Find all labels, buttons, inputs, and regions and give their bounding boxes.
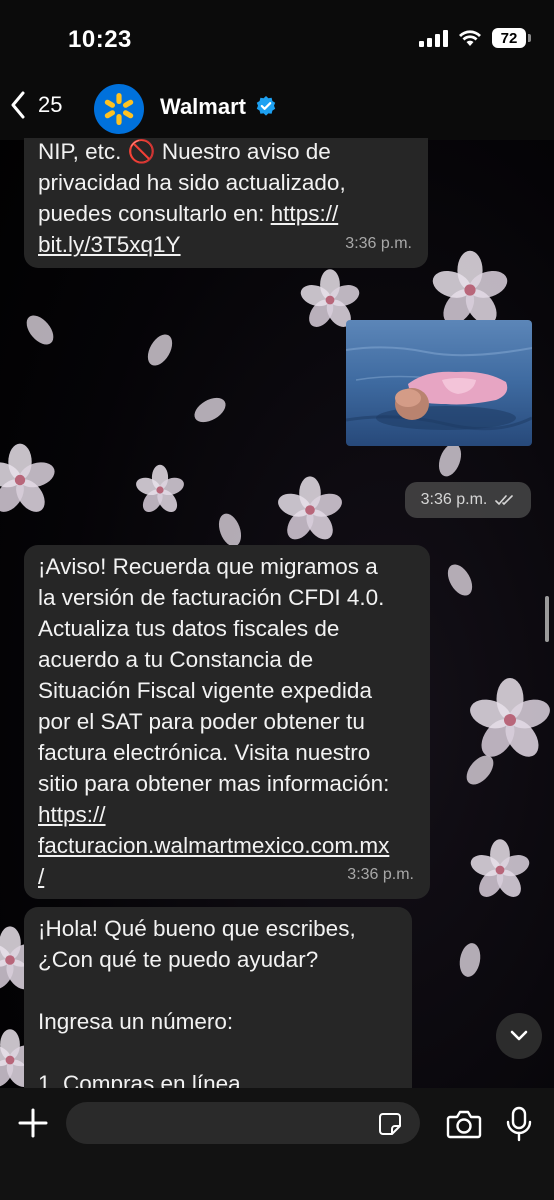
message-timestamp: 3:36 p.m.	[347, 866, 414, 883]
message-line: NIP, etc. 🚫 Nuestro aviso de	[38, 139, 331, 164]
message-input[interactable]	[66, 1102, 420, 1144]
message-line: factura electrónica. Visita nuestro	[38, 740, 371, 765]
back-chevron-icon	[11, 91, 25, 119]
message-line: ¿Con qué te puedo ayudar?	[38, 947, 319, 972]
wifi-icon	[459, 30, 481, 46]
privacy-link[interactable]: https://	[271, 201, 339, 226]
message-line-text: puedes consultarlo en:	[38, 201, 271, 226]
message-line: Ingresa un número:	[38, 1009, 234, 1034]
camera-icon[interactable]	[446, 1108, 482, 1140]
chat-header: 25 Walmart	[0, 70, 554, 140]
status-icons: 72	[419, 28, 531, 48]
read-receipt-icon	[495, 495, 514, 506]
message-line: acuerdo a tu Constancia de	[38, 647, 314, 672]
message-text: NIP, etc. 🚫 Nuestro aviso de privacidad …	[38, 136, 346, 260]
message-line: Actualiza tus datos fiscales de	[38, 616, 340, 641]
message-line	[38, 1037, 356, 1068]
plus-icon[interactable]	[16, 1106, 50, 1140]
message-line: puedes consultarlo en: https://	[38, 198, 346, 229]
outgoing-image[interactable]	[346, 320, 532, 446]
incoming-message[interactable]: NIP, etc. 🚫 Nuestro aviso de privacidad …	[24, 138, 428, 268]
message-line: Situación Fiscal vigente expedida	[38, 678, 372, 703]
message-timestamp: 3:36 p.m.	[345, 235, 412, 252]
photo-content	[346, 320, 532, 446]
message-line: sitio para obtener mas información:	[38, 771, 390, 796]
signal-icon	[419, 29, 448, 47]
message-line	[38, 975, 356, 1006]
chevron-down-icon	[510, 1030, 528, 1041]
scroll-to-bottom-button[interactable]	[496, 1013, 542, 1059]
incoming-message[interactable]: ¡Hola! Qué bueno que escribes, ¿Con qué …	[24, 907, 412, 1107]
status-bar: 10:23 72	[0, 0, 554, 70]
facturacion-link-cont[interactable]: facturacion.walmartmexico.com.mx	[38, 830, 389, 861]
message-line: ¡Aviso! Recuerda que migramos a	[38, 554, 378, 579]
composer-bar	[0, 1088, 554, 1200]
facturacion-link[interactable]: https://	[38, 799, 389, 830]
image-timestamp: 3:36 p.m.	[405, 482, 531, 518]
message-line: ¡Hola! Qué bueno que escribes,	[38, 916, 356, 941]
facturacion-link-end[interactable]: /	[38, 861, 389, 892]
contact-name[interactable]: Walmart	[160, 94, 246, 120]
message-line: la versión de facturación CFDI 4.0.	[38, 585, 385, 610]
verified-badge-icon	[256, 96, 276, 116]
privacy-link-cont[interactable]: bit.ly/3T5xq1Y	[38, 229, 346, 260]
message-text: ¡Aviso! Recuerda que migramos a la versi…	[38, 551, 389, 892]
message-timestamp: 3:36 p.m.	[420, 491, 488, 508]
scrollbar[interactable]	[545, 596, 549, 642]
message-line: privacidad ha sido actualizado,	[38, 170, 346, 195]
microphone-icon[interactable]	[506, 1106, 532, 1142]
avatar[interactable]	[94, 84, 144, 134]
incoming-message[interactable]: ¡Aviso! Recuerda que migramos a la versi…	[24, 545, 430, 899]
status-time: 10:23	[68, 26, 132, 53]
message-line: por el SAT para poder obtener tu	[38, 709, 365, 734]
sticker-icon[interactable]	[378, 1112, 402, 1136]
back-button[interactable]: 25	[10, 84, 62, 126]
message-text: ¡Hola! Qué bueno que escribes, ¿Con qué …	[38, 913, 356, 1099]
unread-count: 25	[38, 92, 63, 117]
battery-icon: 72	[492, 28, 531, 48]
walmart-spark-icon	[104, 93, 134, 125]
